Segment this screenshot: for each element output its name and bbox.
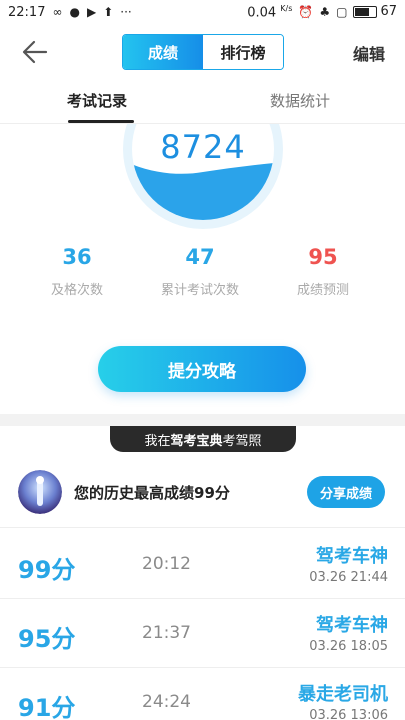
list-item[interactable]: 95分 21:37 驾考车神 03.26 18:05 <box>0 599 405 668</box>
status-bar: 22:17 ∞ ● ▶ ⬆ ··· 0.04 K/s ⏰ ♣ ▢ 67 <box>0 0 405 24</box>
top-bar: 成绩 排行榜 编辑 <box>0 26 405 78</box>
best-score-text: 您的历史最高成绩99分 <box>74 484 230 502</box>
record-title: 驾考车神 <box>316 546 388 567</box>
infinity-icon: ∞ <box>52 5 63 19</box>
improve-score-tips-button[interactable]: 提分攻略 <box>98 346 306 392</box>
avatar[interactable] <box>18 470 62 514</box>
stat-pass-count: 36 及格次数 <box>17 245 137 298</box>
sub-tabs: 考试记录 数据统计 <box>0 80 405 124</box>
promo-banner: 我在 驾考宝典 考驾照 <box>110 426 296 452</box>
tab-data-statistics[interactable]: 数据统计 <box>270 90 330 111</box>
stats-row: 36 及格次数 47 累计考试次数 95 成绩预测 <box>0 245 405 305</box>
best-score-bar: 您的历史最高成绩99分 分享成绩 <box>0 462 405 528</box>
promo-brand: 驾考宝典 <box>170 433 223 449</box>
record-score: 95分 <box>18 625 76 653</box>
stat-score-prediction: 95 成绩预测 <box>263 245 383 298</box>
record-score: 91分 <box>18 694 76 720</box>
record-score: 99分 <box>18 556 76 584</box>
screen-icon: ▢ <box>336 4 348 19</box>
list-item[interactable]: 99分 20:12 驾考车神 03.26 21:44 <box>0 530 405 599</box>
record-duration: 20:12 <box>142 554 191 574</box>
more-dots-icon: ··· <box>120 5 132 19</box>
edit-button[interactable]: 编辑 <box>353 41 385 65</box>
stat-label: 累计考试次数 <box>160 283 239 298</box>
record-duration: 21:37 <box>142 623 191 643</box>
record-title: 暴走老司机 <box>298 684 388 705</box>
stat-total-exams: 47 累计考试次数 <box>140 245 260 298</box>
back-button[interactable] <box>20 38 50 66</box>
record-duration: 24:24 <box>142 692 191 712</box>
tab-exam-records[interactable]: 考试记录 <box>67 90 127 111</box>
play-icon: ▶ <box>86 5 97 19</box>
stat-value: 47 <box>185 245 215 269</box>
main-segmented-control: 成绩 排行榜 <box>122 34 284 70</box>
tab-scores[interactable]: 成绩 <box>123 35 203 69</box>
stat-value: 36 <box>62 245 92 269</box>
share-score-button[interactable]: 分享成绩 <box>307 476 385 508</box>
battery-level: 67 <box>380 4 397 20</box>
list-item[interactable]: 91分 24:24 暴走老司机 03.26 13:06 <box>0 668 405 720</box>
record-date: 03.26 21:44 <box>309 570 388 585</box>
gauge-value: 8724 <box>160 128 246 166</box>
stat-label: 成绩预测 <box>296 283 349 298</box>
app-icon: ♣ <box>319 4 331 19</box>
alarm-icon: ⏰ <box>298 4 314 19</box>
section-divider <box>0 414 405 426</box>
exam-records-list: 99分 20:12 驾考车神 03.26 21:44 95分 21:37 驾考车… <box>0 530 405 720</box>
score-gauge: 8724 <box>120 124 286 234</box>
record-date: 03.26 13:06 <box>309 708 388 720</box>
status-time: 22:17 <box>8 4 46 20</box>
battery-icon: 67 <box>353 4 397 19</box>
net-speed: 0.04 K/s <box>247 3 293 21</box>
record-date: 03.26 18:05 <box>309 639 388 654</box>
active-tab-indicator <box>68 120 134 123</box>
arrow-left-icon <box>22 40 48 64</box>
stat-value: 95 <box>308 245 338 269</box>
record-title: 驾考车神 <box>316 615 388 636</box>
tab-leaderboard[interactable]: 排行榜 <box>203 35 283 69</box>
upload-icon: ⬆ <box>103 5 114 19</box>
chat-icon: ● <box>69 5 80 19</box>
stat-label: 及格次数 <box>50 283 103 298</box>
